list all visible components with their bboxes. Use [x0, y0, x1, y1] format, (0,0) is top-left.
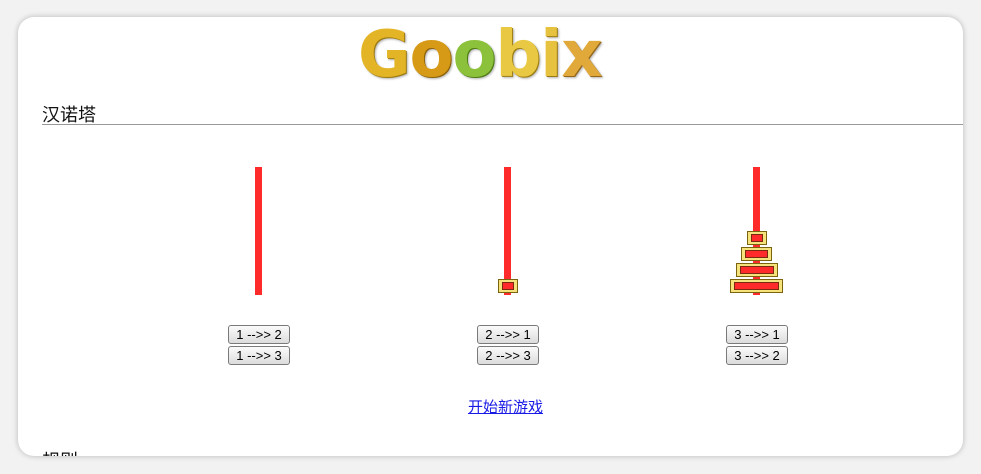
move-2-to-3-button[interactable]: 2 -->> 3: [477, 346, 539, 365]
move-3-to-2-button[interactable]: 3 -->> 2: [726, 346, 788, 365]
disk-size-4[interactable]: [730, 279, 783, 293]
logo-letter: i: [540, 18, 562, 92]
peg-1[interactable]: [255, 167, 262, 295]
disk-size-1[interactable]: [497, 279, 518, 293]
move-1-to-2-button[interactable]: 1 -->> 2: [228, 325, 290, 344]
logo-letter: b: [495, 18, 541, 92]
disk-fill: [734, 282, 779, 290]
disk-size-3[interactable]: [735, 263, 778, 277]
logo-letter: G: [358, 18, 411, 92]
logo-letter: o: [409, 18, 454, 92]
disk-size-1[interactable]: [746, 231, 767, 245]
move-3-to-1-button[interactable]: 3 -->> 1: [726, 325, 788, 344]
logo-letter: o: [452, 18, 497, 92]
move-1-to-3-button[interactable]: 1 -->> 3: [228, 346, 290, 365]
title-divider: [42, 124, 963, 125]
disk-fill: [501, 282, 514, 290]
peg-2[interactable]: [504, 167, 511, 295]
goobix-logo[interactable]: Goobix: [358, 23, 658, 87]
disk-size-2[interactable]: [741, 247, 772, 261]
page-card: Goobix 汉诺塔 1 -->> 2 1 -->> 3 2 -->> 1 2 …: [18, 17, 963, 456]
rules-heading: 规则: [42, 447, 78, 456]
disk-fill: [745, 250, 768, 258]
new-game-link[interactable]: 开始新游戏: [468, 396, 543, 417]
logo-letter: x: [561, 18, 602, 92]
move-2-to-1-button[interactable]: 2 -->> 1: [477, 325, 539, 344]
disk-fill: [739, 266, 774, 274]
disk-fill: [750, 234, 763, 242]
